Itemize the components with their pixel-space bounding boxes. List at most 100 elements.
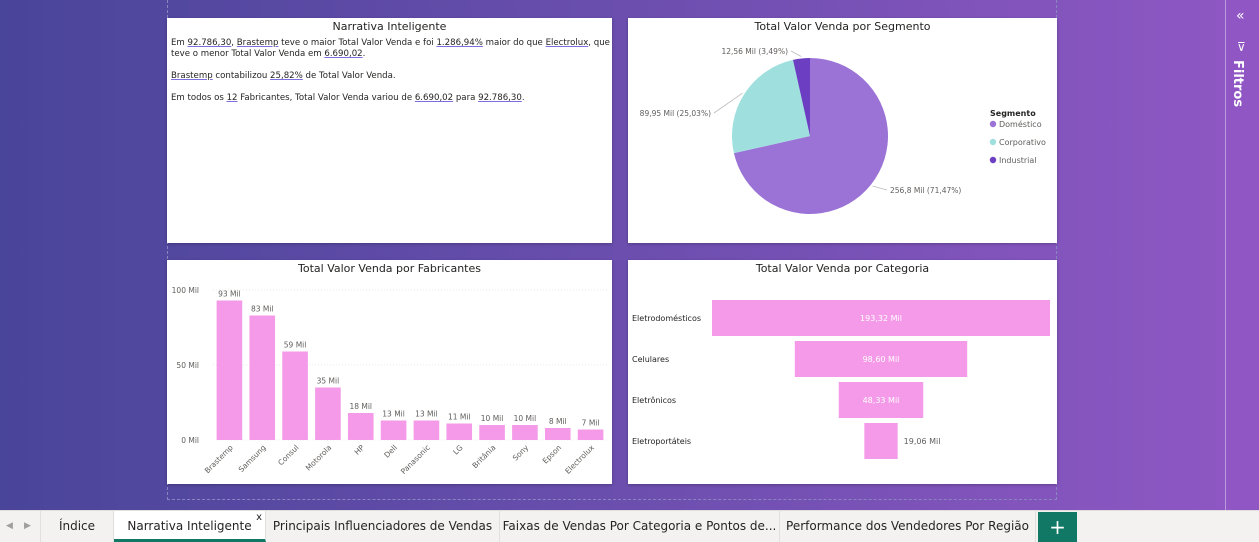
funnel-category-label: Celulares: [632, 355, 669, 364]
bar-lg: [446, 423, 473, 440]
narrative-title: Narrativa Inteligente: [332, 20, 447, 33]
x-tick-label: Britânia: [470, 443, 497, 470]
funnel-category-label: Eletroportáteis: [632, 437, 691, 446]
bar-data-label: 35 Mil: [317, 377, 340, 386]
bar-epson: [544, 428, 571, 440]
bar-dell: [380, 420, 407, 440]
narrative-fragment: Fabricantes, Total Valor Venda variou de: [237, 93, 415, 103]
narrative-fragment: teve o maior Total Valor Venda e foi: [278, 38, 437, 48]
legend-item-corporativo: Corporativo: [999, 138, 1046, 147]
x-tick-label: Dell: [382, 443, 399, 460]
funnel-data-label: 19,06 Mil: [904, 437, 941, 446]
narrative-fragment: Em todos os: [171, 93, 227, 103]
pie-leader-line: [790, 50, 802, 57]
x-tick-label: Samsung: [237, 443, 268, 474]
filters-label[interactable]: Filtros: [1230, 60, 1245, 107]
bar-electrolux: [577, 429, 604, 440]
bar-panasonic: [413, 420, 440, 440]
bar-data-label: 8 Mil: [549, 417, 567, 426]
tab-faixas-de-vendas[interactable]: Faixas de Vendas Por Categoria e Pontos …: [500, 511, 780, 542]
bar-brastemp: [216, 300, 243, 440]
bar-data-label: 10 Mil: [514, 414, 537, 423]
legend-marker: [989, 138, 997, 146]
tab-narrativa-inteligente[interactable]: Narrativa Inteligente x: [114, 511, 266, 542]
narrative-fragment: de Total Valor Venda.: [302, 71, 396, 81]
double-chevron-left-icon[interactable]: «: [1236, 8, 1245, 24]
manufacturer-bar-card[interactable]: Total Valor Venda por Fabricantes 100 Mi…: [167, 260, 612, 484]
bar-samsung: [249, 315, 276, 440]
x-tick-label: Electrolux: [563, 443, 596, 476]
narrative-fragment: para: [453, 93, 479, 103]
bar-data-label: 59 Mil: [284, 341, 307, 350]
x-tick-label: HP: [353, 443, 367, 457]
funnel-category-label: Eletrodomésticos: [632, 313, 701, 323]
narrative-value: 6.690,02: [324, 49, 363, 59]
tab-principais-influenciadores[interactable]: Principais Influenciadores de Vendas: [266, 511, 500, 542]
funnel-data-label: 48,33 Mil: [863, 396, 900, 405]
narrative-value: 6.690,02: [414, 93, 454, 103]
narrative-value: Brastemp: [171, 71, 213, 81]
next-page-icon[interactable]: ▶: [24, 521, 31, 531]
x-tick-label: Panasonic: [399, 443, 432, 476]
bar-hp: [347, 413, 374, 440]
report-canvas: Narrativa Inteligente Em 92.786,30, Bras…: [0, 0, 1225, 510]
category-funnel-chart: Eletrodomésticos 193,32 Mil Celulares 98,60…: [632, 300, 1050, 459]
bar-data-label: 93 Mil: [218, 290, 241, 299]
x-tick-label: LG: [451, 443, 465, 457]
bar-sony: [512, 425, 538, 440]
close-tab-icon[interactable]: x: [256, 502, 262, 533]
add-page-button[interactable]: +: [1038, 512, 1077, 542]
narrative-value: 25,82%: [270, 71, 303, 81]
funnel-bar-3: [864, 423, 898, 459]
bar-data-label: 7 Mil: [582, 419, 600, 428]
filters-pane[interactable]: « ⊽ Filtros: [1225, 0, 1259, 510]
bar-data-label: 18 Mil: [349, 402, 372, 411]
narrative-paragraph: Em todos os 12 Fabricantes, Total Valor …: [171, 93, 611, 104]
legend-title: Segmento: [990, 109, 1036, 118]
x-tick-label: Consul: [276, 443, 300, 467]
narrative-value: 92.786,30: [187, 38, 232, 48]
pie-data-label: 256,8 Mil (71,47%): [890, 186, 961, 195]
bar-data-label: 83 Mil: [251, 305, 274, 314]
x-tick-label: Sony: [511, 443, 531, 463]
bar-data-label: 13 Mil: [415, 410, 438, 419]
bar-consul: [282, 351, 308, 440]
narrative-fragment: contabilizou: [212, 71, 271, 81]
manufacturer-bar-chart: 100 Mil 50 Mil 0 Mil 93 Mil Brastemp 83 Mil Sa…: [172, 286, 607, 476]
legend-item-industrial: Industrial: [999, 156, 1037, 165]
narrative-value: 92.786,30: [478, 93, 522, 103]
y-tick-label: 0 Mil: [181, 436, 199, 445]
bar-motorola: [315, 387, 341, 440]
segment-pie-chart: 256,8 Mil (71,47%) 89,95 Mil (25,03%) 12,5…: [640, 47, 1046, 215]
narrative-paragraph: Brastemp contabilizou 25,82% de Total Va…: [171, 71, 611, 82]
funnel-data-label: 98,60 Mil: [863, 355, 900, 364]
pie-data-label: 12,56 Mil (3,49%): [721, 47, 788, 56]
segment-pie-card[interactable]: Total Valor Venda por Segmento 256,8 Mil…: [628, 18, 1057, 243]
category-funnel-card[interactable]: Total Valor Venda por Categoria Eletrodo…: [628, 260, 1057, 484]
narrative-fragment: .: [521, 93, 525, 103]
narrative-value: 12: [226, 93, 238, 103]
pie-data-label: 89,95 Mil (25,03%): [640, 109, 711, 118]
bar-data-label: 10 Mil: [481, 414, 504, 423]
x-tick-label: Motorola: [304, 443, 334, 473]
narrative-fragment: maior do que: [482, 38, 546, 48]
x-tick-label: Brastemp: [203, 443, 235, 475]
y-tick-label: 50 Mil: [176, 361, 199, 370]
tab-label: Narrativa Inteligente: [127, 519, 252, 533]
legend-item-doméstico: Doméstico: [999, 119, 1042, 129]
pie-leader-line: [872, 185, 888, 191]
x-tick-label: Epson: [541, 443, 564, 466]
narrative-fragment: Em: [171, 38, 188, 48]
narrative-text: Em 92.786,30, Brastemp teve o maior Tota…: [171, 38, 611, 115]
funnel-icon: ⊽: [1237, 40, 1246, 54]
legend-marker: [989, 156, 997, 164]
tab-performance-vendedores[interactable]: Performance dos Vendedores Por Região: [780, 511, 1036, 542]
narrative-fragment: .: [362, 49, 366, 59]
tab-indice[interactable]: Índice: [40, 511, 114, 542]
bar-data-label: 13 Mil: [382, 410, 405, 419]
narrative-card[interactable]: Narrativa Inteligente Em 92.786,30, Bras…: [167, 18, 612, 243]
legend-marker: [989, 120, 997, 128]
narrative-value: Electrolux: [545, 38, 589, 48]
prev-page-icon[interactable]: ◀: [6, 521, 13, 531]
bar-data-label: 11 Mil: [448, 413, 471, 422]
